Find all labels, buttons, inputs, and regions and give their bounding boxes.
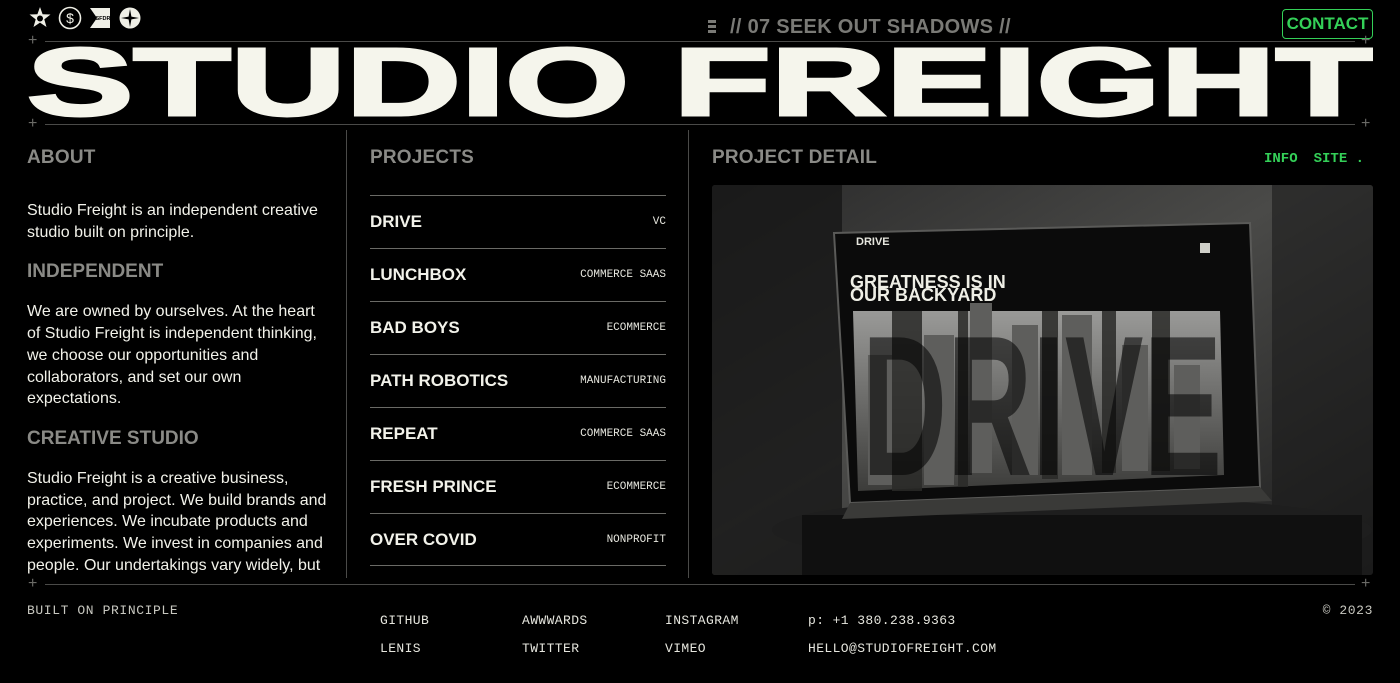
project-tag: ECOMMERCE bbox=[606, 481, 666, 493]
about-heading: ABOUT bbox=[27, 147, 96, 168]
project-tag: COMMERCE SAAS bbox=[580, 428, 666, 440]
lenis-link[interactable]: LENIS bbox=[380, 641, 421, 656]
project-tag: ECOMMERCE bbox=[606, 322, 666, 334]
section-text-independent: We are owned by ourselves. At the heart … bbox=[27, 303, 317, 408]
section-text-creative-studio: Studio Freight is a creative business, p… bbox=[27, 469, 327, 574]
about-intro: Studio Freight is an independent creativ… bbox=[27, 202, 318, 241]
svg-text:STUDIO FREIGHT: STUDIO FREIGHT bbox=[27, 46, 1373, 118]
sfdr-logo-text: SFDR bbox=[96, 16, 111, 22]
compass-star-icon[interactable] bbox=[118, 6, 142, 30]
email-link[interactable]: HELLO@STUDIOFREIGHT.COM bbox=[808, 641, 997, 656]
column-divider bbox=[346, 130, 347, 578]
project-name: BAD BOYS bbox=[370, 318, 460, 337]
hero-divider bbox=[45, 124, 1355, 125]
dollar-badge-icon[interactable]: $ bbox=[58, 6, 82, 30]
hero-title: STUDIO FREIGHT bbox=[27, 46, 1373, 118]
crosshair-mark: + bbox=[1361, 115, 1371, 132]
column-divider bbox=[688, 130, 689, 578]
project-name: OVER COVID bbox=[370, 529, 477, 549]
project-row-drive[interactable]: DRIVE VC bbox=[370, 195, 666, 248]
svg-text:DRIVE: DRIVE bbox=[862, 295, 1222, 518]
info-link[interactable]: INFO bbox=[1264, 151, 1298, 167]
projects-heading: PROJECTS bbox=[370, 147, 475, 168]
detail-links: INFO SITE . bbox=[1264, 151, 1364, 167]
project-row-over-covid[interactable]: OVER COVID NONPROFIT bbox=[370, 513, 666, 566]
project-row-lunchbox[interactable]: LUNCHBOX COMMERCE SAAS bbox=[370, 248, 666, 301]
copyright: © 2023 bbox=[1322, 603, 1373, 618]
svg-text:$: $ bbox=[66, 10, 74, 26]
header-logos: $ SFDR bbox=[28, 6, 142, 30]
project-tag: NONPROFIT bbox=[606, 533, 666, 546]
section-title-creative-studio: CREATIVE STUDIO bbox=[27, 427, 199, 449]
instagram-link[interactable]: INSTAGRAM bbox=[665, 613, 739, 628]
project-row-path-robotics[interactable]: PATH ROBOTICS MANUFACTURING bbox=[370, 354, 666, 407]
project-detail-image: DRIVE GREATNESS IS IN OUR BACKYARD DRIVE bbox=[712, 185, 1373, 575]
star-badge-icon[interactable] bbox=[28, 6, 52, 30]
project-row-repeat[interactable]: REPEAT COMMERCE SAAS bbox=[370, 407, 666, 460]
site-link[interactable]: SITE . bbox=[1314, 151, 1364, 167]
github-link[interactable]: GITHUB bbox=[380, 613, 429, 628]
awwwards-link[interactable]: AWWWARDS bbox=[522, 613, 588, 628]
svg-text:DRIVE: DRIVE bbox=[856, 236, 890, 248]
project-row-bad-boys[interactable]: BAD BOYS ECOMMERCE bbox=[370, 301, 666, 354]
project-name: LUNCHBOX bbox=[370, 265, 467, 284]
contact-button[interactable]: CONTACT bbox=[1282, 9, 1373, 39]
project-name: REPEAT bbox=[370, 424, 438, 443]
project-tag: COMMERCE SAAS bbox=[580, 269, 666, 281]
footer-tagline: BUILT ON PRINCIPLE bbox=[27, 603, 179, 618]
twitter-link[interactable]: TWITTER bbox=[522, 641, 579, 656]
sfdr-badge-icon[interactable]: SFDR bbox=[88, 6, 112, 30]
phone-link[interactable]: p: +1 380.238.9363 bbox=[808, 613, 956, 628]
project-tag: VC bbox=[652, 216, 666, 228]
crosshair-mark: + bbox=[1361, 575, 1371, 592]
section-title-independent: INDEPENDENT bbox=[27, 261, 164, 283]
marquee-text: // 07 SEEK OUT SHADOWS // bbox=[708, 16, 1011, 39]
crosshair-mark: + bbox=[28, 115, 38, 132]
about-panel: Studio Freight is an independent creativ… bbox=[27, 200, 327, 578]
project-name: FRESH PRINCE bbox=[370, 477, 497, 496]
project-row-fresh-prince[interactable]: FRESH PRINCE ECOMMERCE bbox=[370, 460, 666, 513]
project-tag: MANUFACTURING bbox=[580, 375, 666, 387]
footer-divider bbox=[45, 584, 1355, 585]
project-name: DRIVE bbox=[370, 212, 422, 231]
marquee-bars-icon bbox=[708, 20, 716, 34]
crosshair-mark: + bbox=[28, 575, 38, 592]
project-name: PATH ROBOTICS bbox=[370, 371, 509, 390]
project-detail-heading: PROJECT DETAIL bbox=[712, 147, 878, 168]
project-list: DRIVE VC LUNCHBOX COMMERCE SAAS BAD BOYS EC… bbox=[370, 195, 666, 566]
vimeo-link[interactable]: VIMEO bbox=[665, 641, 706, 656]
header-divider bbox=[45, 41, 1355, 42]
